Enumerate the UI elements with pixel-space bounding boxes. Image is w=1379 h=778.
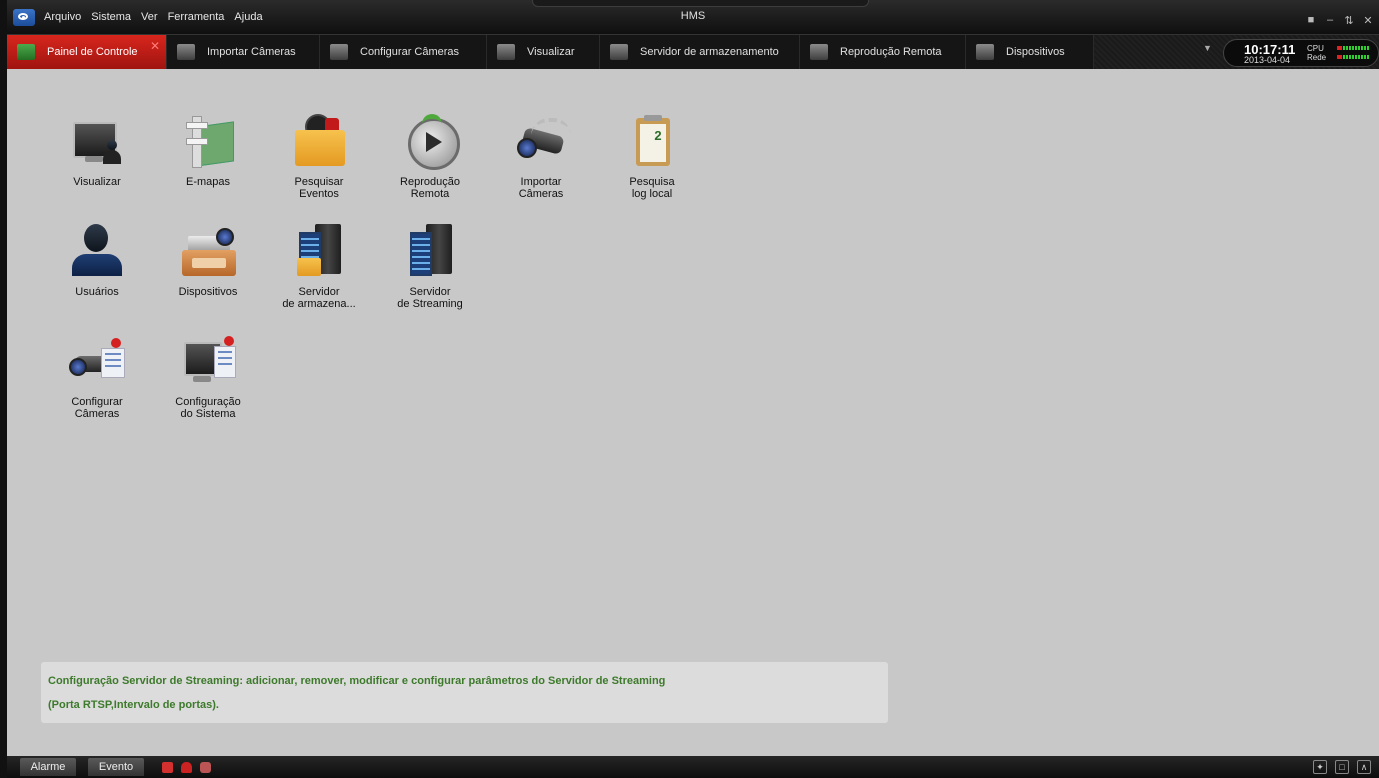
dash-label: Pesquisar Eventos (294, 176, 344, 200)
dash-visualizar[interactable]: Visualizar (52, 112, 142, 188)
tab-importar-cameras[interactable]: Importar Câmeras (167, 35, 320, 69)
playback-icon (400, 112, 460, 172)
dash-usuarios[interactable]: Usuários (52, 222, 142, 298)
tab-label: Importar Câmeras (207, 46, 296, 58)
close-icon[interactable]: ✕ (1363, 14, 1373, 27)
dash-label: Configurar Câmeras (71, 396, 123, 420)
clock-date: 2013-04-04 (1244, 55, 1291, 65)
menu-bar: Arquivo Sistema Ver Ferramenta Ajuda (7, 0, 273, 34)
sound-icon[interactable] (200, 762, 211, 773)
module-tab-bar: Painel de Controle ✕ Importar Câmeras Co… (7, 34, 1379, 69)
event-search-icon (289, 112, 349, 172)
dash-pesquisa-log-local[interactable]: 2 Pesquisa log local (607, 112, 697, 200)
import-cameras-icon (177, 44, 195, 60)
monitor-icon (67, 112, 127, 172)
nvr-icon (610, 44, 628, 60)
lock-icon[interactable]: ■ (1306, 14, 1316, 27)
dash-label: Visualizar (73, 176, 121, 188)
tab-label: Reprodução Remota (840, 46, 942, 58)
status-panel: 10:17:11 2013-04-04 CPU Rede (1223, 39, 1379, 67)
camera-import-icon (511, 112, 571, 172)
event-tab[interactable]: Evento (88, 758, 144, 776)
live-view-icon (497, 44, 515, 60)
alarm-tab[interactable]: Alarme (20, 758, 76, 776)
app-logo-icon[interactable] (13, 8, 35, 26)
tab-dispositivos[interactable]: Dispositivos (966, 35, 1094, 69)
close-tab-icon[interactable]: ✕ (150, 39, 160, 53)
description-box: Configuração Servidor de Streaming: adic… (41, 662, 888, 723)
control-panel-content: Visualizar E-mapas Pesquisar Eventos Rep… (7, 68, 1379, 756)
dash-label: E-mapas (185, 176, 231, 188)
bell-icon[interactable] (181, 762, 192, 773)
dash-configuracao-sistema[interactable]: Configuração do Sistema (163, 332, 253, 420)
dash-label: Servidor de Streaming (397, 286, 463, 310)
configure-cameras-icon (330, 44, 348, 60)
cpu-meter (1337, 46, 1369, 50)
tab-visualizar[interactable]: Visualizar (487, 35, 600, 69)
cpu-label: CPU (1307, 44, 1324, 53)
dash-label: Servidor de armazena... (282, 286, 356, 310)
devices-drawer-icon (178, 222, 238, 282)
tab-painel-de-controle[interactable]: Painel de Controle ✕ (7, 35, 167, 69)
network-label: Rede (1307, 53, 1327, 62)
dash-e-mapas[interactable]: E-mapas (163, 112, 253, 188)
log-search-icon: 2 (622, 112, 682, 172)
devices-icon (976, 44, 994, 60)
tab-label: Configurar Câmeras (360, 46, 460, 58)
dash-label: Configuração do Sistema (175, 396, 241, 420)
dash-configurar-cameras[interactable]: Configurar Câmeras (52, 332, 142, 420)
window-controls: ■ – ⇅ ✕ (1306, 14, 1373, 27)
remote-playback-icon (810, 44, 828, 60)
users-icon (67, 222, 127, 282)
dash-label: Importar Câmeras (518, 176, 564, 200)
menu-arquivo[interactable]: Arquivo (44, 11, 81, 23)
pin-icon[interactable]: ✦ (1313, 760, 1327, 774)
menu-ajuda[interactable]: Ajuda (234, 11, 262, 23)
tab-configurar-cameras[interactable]: Configurar Câmeras (320, 35, 487, 69)
window-icon[interactable]: □ (1335, 760, 1349, 774)
restore-icon[interactable]: ⇅ (1344, 14, 1354, 27)
window-left-edge (0, 0, 7, 778)
menu-sistema[interactable]: Sistema (91, 11, 131, 23)
tab-overflow-dropdown-icon[interactable]: ▼ (1203, 43, 1212, 53)
description-line-2: (Porta RTSP,Intervalo de portas). (48, 699, 219, 711)
storage-server-icon (289, 222, 349, 282)
tab-label: Painel de Controle (47, 46, 138, 58)
title-bar: Arquivo Sistema Ver Ferramenta Ajuda HMS… (7, 0, 1379, 34)
network-meter (1337, 55, 1369, 59)
collapse-up-icon[interactable]: ∧ (1357, 760, 1371, 774)
dash-reproducao-remota[interactable]: Reprodução Remota (385, 112, 475, 200)
dash-importar-cameras[interactable]: Importar Câmeras (496, 112, 586, 200)
dash-label: Pesquisa log local (629, 176, 675, 200)
tab-label: Dispositivos (1006, 46, 1065, 58)
tab-label: Servidor de armazenamento (640, 46, 779, 58)
tab-servidor-de-armazenamento[interactable]: Servidor de armazenamento (600, 35, 800, 69)
control-panel-icon (17, 44, 35, 60)
dash-label: Usuários (75, 286, 119, 298)
map-icon (178, 112, 238, 172)
status-bar: Alarme Evento ✦ □ ∧ (0, 756, 1379, 778)
camera-config-icon (67, 332, 127, 392)
minimize-icon[interactable]: – (1325, 14, 1335, 27)
menu-ferramenta[interactable]: Ferramenta (168, 11, 225, 23)
status-bar-controls: ✦ □ ∧ (1313, 760, 1371, 774)
dash-label: Dispositivos (178, 286, 238, 298)
tab-label: Visualizar (527, 46, 575, 58)
alarm-icon[interactable] (162, 762, 173, 773)
dash-servidor-armazenamento[interactable]: Servidor de armazena... (274, 222, 364, 310)
dash-pesquisar-eventos[interactable]: Pesquisar Eventos (274, 112, 364, 200)
system-config-icon (178, 332, 238, 392)
streaming-server-icon (400, 222, 460, 282)
tab-reproducao-remota[interactable]: Reprodução Remota (800, 35, 966, 69)
description-line-1: Configuração Servidor de Streaming: adic… (48, 675, 666, 687)
title-notch (532, 0, 869, 7)
menu-ver[interactable]: Ver (141, 11, 158, 23)
dash-label: Reprodução Remota (400, 176, 460, 200)
dash-servidor-streaming[interactable]: Servidor de Streaming (385, 222, 475, 310)
dash-dispositivos[interactable]: Dispositivos (163, 222, 253, 298)
